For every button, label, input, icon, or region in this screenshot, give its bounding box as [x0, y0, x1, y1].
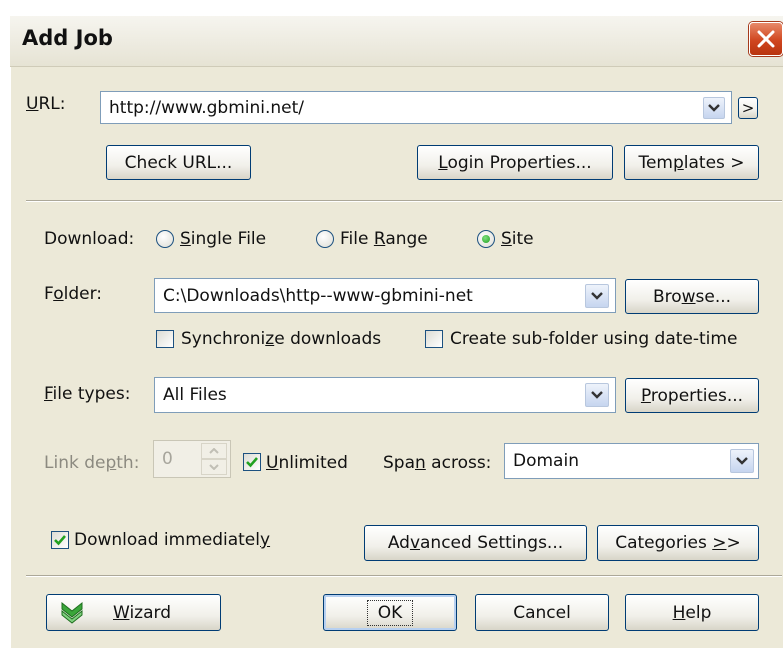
url-input[interactable]: http://www.gbmini.net/	[109, 98, 304, 118]
file-types-dropdown-button[interactable]	[585, 383, 609, 407]
chevron-down-icon	[708, 104, 720, 112]
sync-checkbox-box[interactable]	[156, 330, 174, 348]
subfolder-checkbox-box[interactable]	[425, 330, 443, 348]
checkmark-icon	[246, 457, 258, 468]
separator-bottom	[26, 575, 782, 577]
wizard-button[interactable]: Wizard	[46, 594, 221, 631]
download-immediately-box[interactable]	[51, 531, 69, 549]
radio-site-circle[interactable]	[477, 230, 495, 248]
cancel-button[interactable]: Cancel	[475, 594, 609, 631]
check-url-label: Check URL...	[124, 152, 233, 173]
ok-button[interactable]: OK	[323, 594, 457, 631]
categories-button[interactable]: Categories >>	[597, 525, 759, 561]
span-across-label: Span across:	[383, 453, 492, 473]
title-bar[interactable]: Add Job	[10, 16, 783, 67]
advanced-settings-label: Advanced Settings...	[387, 533, 564, 553]
templates-label: Templates >	[638, 152, 745, 173]
chevron-down-icon	[736, 457, 748, 465]
file-types-value[interactable]: All Files	[163, 385, 227, 405]
url-label: URL:	[26, 94, 66, 114]
folder-combobox[interactable]: C:\Downloads\http--www-gbmini-net	[154, 278, 616, 313]
span-across-value: Domain	[513, 451, 579, 471]
add-job-dialog: Add Job URL: http://www.gbmini.net/ > Ch…	[10, 16, 783, 648]
folder-input[interactable]: C:\Downloads\http--www-gbmini-net	[163, 286, 473, 306]
unlimited-checkbox-label: Unlimited	[266, 453, 348, 473]
subfolder-checkbox-label: Create sub-folder using date-time	[450, 329, 738, 349]
check-url-button[interactable]: Check URL...	[106, 145, 251, 180]
close-button[interactable]	[749, 22, 783, 56]
advanced-settings-button[interactable]: Advanced Settings...	[364, 525, 587, 561]
download-label: Download:	[44, 229, 135, 249]
chevron-down-icon	[591, 292, 603, 300]
download-immediately-label: Download immediately	[74, 530, 271, 550]
folder-label: Folder:	[44, 284, 102, 304]
browse-button[interactable]: Browse...	[625, 279, 759, 314]
close-icon	[757, 30, 775, 48]
span-dropdown-button[interactable]	[730, 449, 754, 473]
file-types-label: File types:	[44, 384, 131, 404]
radio-single-file-circle[interactable]	[156, 230, 174, 248]
login-properties-label: Login Properties...	[438, 152, 592, 173]
window-title: Add Job	[22, 26, 113, 50]
chevron-down-icon	[209, 464, 219, 470]
properties-label: Properties...	[640, 385, 744, 406]
spin-down-button[interactable]	[201, 459, 227, 475]
categories-label: Categories >>	[615, 533, 741, 553]
link-depth-value: 0	[162, 449, 173, 469]
properties-button[interactable]: Properties...	[625, 378, 759, 413]
login-properties-button[interactable]: Login Properties...	[417, 145, 613, 180]
sync-checkbox-label: Synchronize downloads	[181, 329, 382, 349]
help-label: Help	[672, 602, 712, 623]
url-go-button[interactable]: >	[738, 97, 758, 119]
folder-dropdown-button[interactable]	[585, 284, 609, 308]
spin-up-button[interactable]	[201, 443, 227, 459]
browse-label: Browse...	[652, 286, 732, 307]
url-go-label: >	[741, 99, 755, 117]
checkmark-icon	[54, 535, 66, 546]
wizard-arrow-icon	[61, 601, 83, 624]
link-depth-spinner[interactable]: 0	[153, 440, 231, 478]
chevron-up-icon	[209, 448, 219, 454]
radio-file-range-circle[interactable]	[316, 230, 334, 248]
link-depth-label: Link depth:	[44, 453, 140, 473]
separator-top	[26, 200, 782, 202]
unlimited-checkbox-box[interactable]	[243, 453, 261, 471]
radio-site-label: Site	[501, 229, 534, 249]
radio-selected-dot	[482, 235, 490, 243]
templates-button[interactable]: Templates >	[624, 145, 759, 180]
url-dropdown-button[interactable]	[703, 97, 725, 119]
ok-label: OK	[366, 599, 414, 626]
chevron-down-icon	[591, 391, 603, 399]
wizard-label: Wizard	[113, 602, 171, 623]
radio-single-file-label: Single File	[180, 229, 267, 249]
url-combobox[interactable]: http://www.gbmini.net/	[100, 91, 732, 124]
radio-file-range-label: File Range	[340, 229, 428, 249]
help-button[interactable]: Help	[625, 594, 759, 631]
cancel-label: Cancel	[513, 602, 571, 623]
span-across-select[interactable]: Domain	[504, 443, 759, 479]
file-types-combobox[interactable]: All Files	[154, 377, 616, 413]
